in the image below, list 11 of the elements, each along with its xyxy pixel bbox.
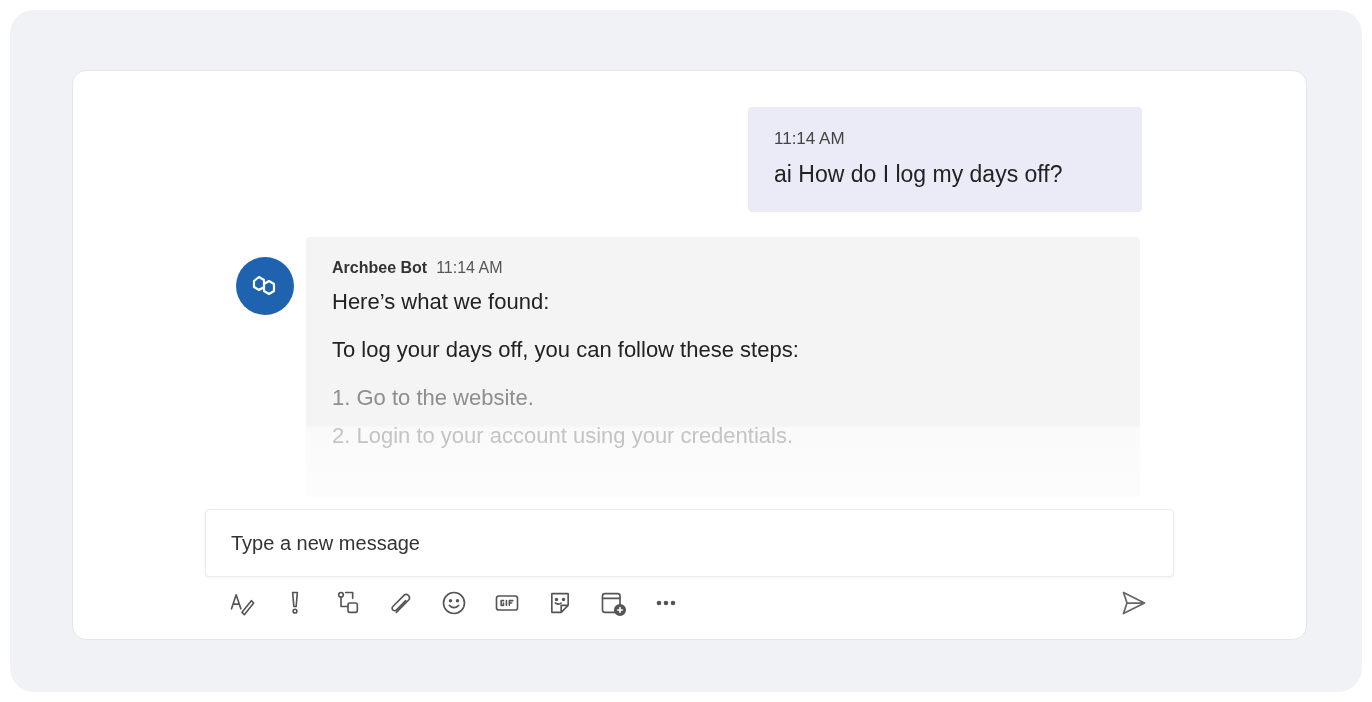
- bot-avatar-icon: [236, 257, 294, 315]
- emoji-icon[interactable]: [440, 589, 468, 617]
- send-icon[interactable]: [1120, 589, 1148, 617]
- message-text: Here’s what we found:: [332, 289, 551, 315]
- sender-name: Archbee Bot: [332, 259, 428, 277]
- list-item: 1. Go to the website.: [332, 385, 535, 411]
- message-text: ai How do I log my days off?: [774, 161, 1064, 188]
- message-text: To log your days off, you can follow these steps:: [332, 337, 800, 363]
- message-time: 11:14 AM: [774, 129, 846, 149]
- message-time: 11:14 AM: [436, 259, 503, 277]
- message-input-field[interactable]: Type a new message: [205, 509, 1174, 577]
